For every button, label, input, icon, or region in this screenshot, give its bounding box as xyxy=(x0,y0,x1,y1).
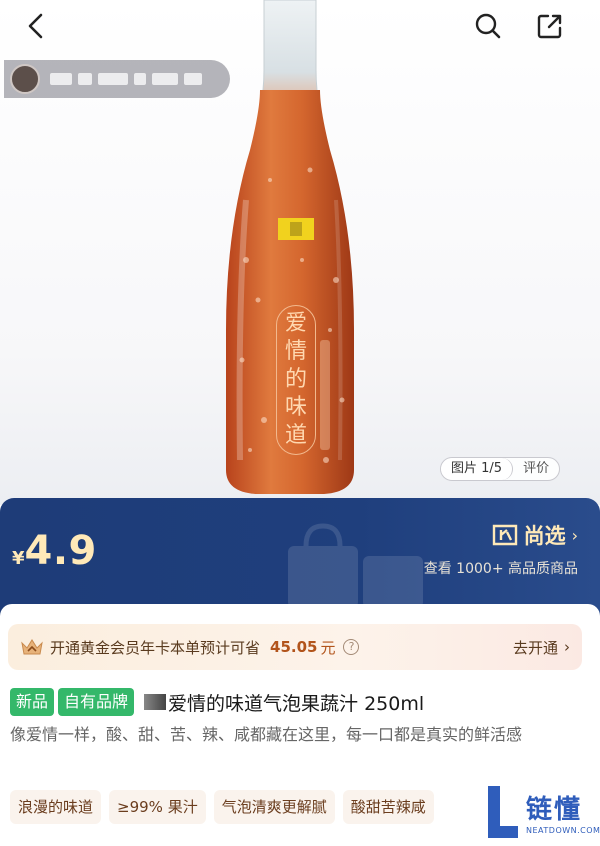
price-currency: ¥ xyxy=(12,548,25,569)
help-icon[interactable]: ? xyxy=(343,639,360,655)
tag-new: 新品 xyxy=(10,688,55,716)
watermark-cn: 链懂 xyxy=(526,795,583,825)
price-value: 4.9 xyxy=(24,528,97,574)
reviews-tab[interactable]: 评价 xyxy=(513,458,559,480)
photo-counter[interactable]: 图片 1/5 评价 xyxy=(440,457,561,481)
price-banner: ¥4.9 尚选 › 查看 1000+ 高品质商品 xyxy=(0,498,600,618)
product-title-row: 新品 自有品牌 爱情的味道气泡果蔬汁 250ml xyxy=(10,688,590,716)
shangxuan-logo-icon xyxy=(492,524,517,546)
feature-chip: ≥99% 果汁 xyxy=(109,790,206,824)
open-membership-label: 去开通 xyxy=(512,638,558,657)
chevron-right-icon: › xyxy=(564,638,570,656)
watermark-l-icon xyxy=(486,784,520,840)
shangxuan-subtitle[interactable]: 查看 1000+ 高品质商品 xyxy=(424,558,578,578)
shangxuan-title: 尚选 xyxy=(523,524,566,548)
price: ¥4.9 xyxy=(12,528,97,574)
product-bottle-image: 爱 情 的 味 道 xyxy=(206,0,366,500)
search-button[interactable] xyxy=(468,8,508,44)
product-description: 像爱情一样，酸、甜、苦、辣、咸都藏在这里，每一口都是真实的鲜活感 xyxy=(10,725,523,744)
share-icon xyxy=(537,14,562,39)
label-char: 的 xyxy=(284,367,307,392)
open-membership-button[interactable]: 去开通 › xyxy=(513,637,570,658)
watermark-en: NEATDOWN.COM xyxy=(526,826,600,835)
label-char: 情 xyxy=(284,339,307,364)
chevron-right-icon: › xyxy=(571,525,578,545)
product-title: 爱情的味道气泡果蔬汁 250ml xyxy=(168,692,425,715)
watermark-logo: 链懂 NEATDOWN.COM xyxy=(482,780,600,844)
membership-savings: 45.05 xyxy=(270,638,318,656)
bottle-label: 爱 情 的 味 道 xyxy=(276,305,316,455)
label-char: 爱 xyxy=(284,311,307,336)
bottle-side-text xyxy=(320,340,330,450)
crown-icon xyxy=(20,637,44,657)
membership-banner[interactable]: 开通黄金会员年卡本单预计可省 45.05 元 ? 去开通 › xyxy=(8,624,582,670)
share-button[interactable] xyxy=(530,8,570,44)
brand-name-blurred xyxy=(144,694,167,710)
shangxuan-link[interactable]: 尚选 › xyxy=(492,520,578,550)
shop-name-blurred xyxy=(50,73,202,85)
shopping-bag-decoration-icon xyxy=(288,523,423,608)
label-char: 道 xyxy=(284,423,307,448)
back-button[interactable] xyxy=(16,8,56,44)
chevron-left-icon xyxy=(28,13,43,39)
photo-count[interactable]: 图片 1/5 xyxy=(441,458,514,480)
search-icon xyxy=(475,13,501,39)
feature-chip: 浪漫的味道 xyxy=(10,790,102,824)
label-char: 味 xyxy=(284,395,307,420)
feature-chip: 气泡清爽更解腻 xyxy=(213,790,335,824)
shop-entry[interactable] xyxy=(4,60,230,98)
feature-chip: 酸甜苦辣咸 xyxy=(342,790,434,824)
tag-own-brand: 自有品牌 xyxy=(58,688,135,716)
membership-unit: 元 xyxy=(320,638,336,657)
shop-avatar xyxy=(10,64,40,94)
product-image-area[interactable]: 爱 情 的 味 道 图片 1/5 评价 xyxy=(0,0,600,505)
feature-chips: 浪漫的味道 ≥99% 果汁 气泡清爽更解腻 酸甜苦辣咸 xyxy=(10,790,434,824)
membership-text: 开通黄金会员年卡本单预计可省 xyxy=(50,638,261,657)
